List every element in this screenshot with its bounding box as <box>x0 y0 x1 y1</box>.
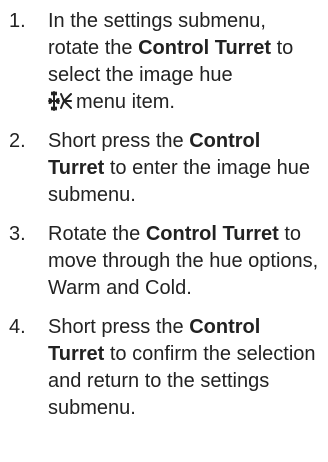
step-4: 4. Short press the Control Turret to con… <box>0 314 328 422</box>
step-number: 4. <box>9 316 26 338</box>
control-turret-label: Control Turret <box>145 223 279 245</box>
step-1: 1. In the settings submenu, rotate the C… <box>0 8 328 116</box>
step-number: 2. <box>9 130 26 152</box>
step-text: Rotate the <box>48 223 146 245</box>
step-number: 3. <box>9 223 26 245</box>
step-text: Short press the <box>48 316 190 338</box>
instruction-list: 1. In the settings submenu, rotate the C… <box>0 0 328 422</box>
control-turret-label: Control Turret <box>138 37 272 59</box>
step-2: 2. Short press the Control Turret to ent… <box>0 128 328 209</box>
step-number: 1. <box>9 10 26 32</box>
step-text: Short press the <box>48 130 190 152</box>
step-3: 3. Rotate the Control Turret to move thr… <box>0 221 328 302</box>
image-hue-icon <box>48 91 72 111</box>
step-text: menu item. <box>76 91 175 113</box>
